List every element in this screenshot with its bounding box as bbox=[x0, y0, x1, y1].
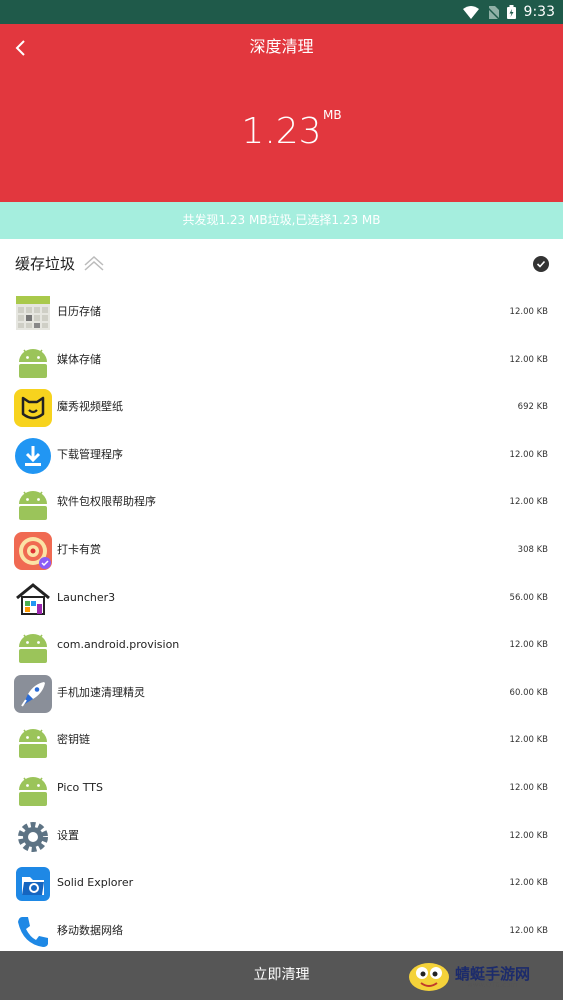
app-size: 12.00 KB bbox=[509, 640, 548, 651]
total-size: 1.23 MB bbox=[0, 106, 563, 158]
status-time: 9:33 bbox=[523, 4, 555, 20]
section-header: 缓存垃圾 bbox=[0, 239, 563, 289]
download-icon bbox=[14, 437, 52, 475]
app-size: 56.00 KB bbox=[509, 592, 548, 603]
summary-bar: 共发现1.23 MB垃圾,已选择1.23 MB bbox=[0, 202, 563, 239]
dragonfly-logo-icon bbox=[409, 963, 449, 991]
app-row[interactable]: 日历存储 12.00 KB bbox=[0, 289, 563, 337]
cat-face-icon bbox=[14, 389, 52, 428]
app-row[interactable]: 媒体存储 12.00 KB bbox=[0, 337, 563, 385]
app-name: 媒体存储 bbox=[57, 352, 101, 366]
status-icons: 9:33 bbox=[462, 3, 555, 21]
app-size: 12.00 KB bbox=[509, 449, 548, 460]
app-size: 60.00 KB bbox=[509, 687, 548, 698]
total-size-unit: MB bbox=[323, 108, 342, 122]
app-list: 日历存储 12.00 KB 媒体存储 12.00 KB 魔秀视频壁纸 692 KB 下载管理… bbox=[0, 289, 563, 955]
rocket-icon bbox=[14, 674, 52, 713]
app-name: 移动数据网络 bbox=[57, 923, 123, 937]
app-size: 12.00 KB bbox=[509, 925, 548, 936]
app-row[interactable]: 设置 12.00 KB bbox=[0, 813, 563, 861]
app-name: 日历存储 bbox=[57, 305, 101, 318]
target-icon bbox=[14, 531, 52, 570]
gear-icon bbox=[14, 818, 52, 856]
app-size: 12.00 KB bbox=[509, 782, 548, 793]
app-size: 12.00 KB bbox=[509, 307, 548, 317]
app-row[interactable]: 密钥链 12.00 KB bbox=[0, 717, 563, 765]
app-name: 软件包权限帮助程序 bbox=[57, 495, 156, 509]
watermark: 蜻蜓手游网 www.QT6.com bbox=[407, 959, 555, 993]
android-icon bbox=[14, 627, 52, 665]
app-row[interactable]: com.android.provision 12.00 KB bbox=[0, 622, 563, 670]
app-name: 下载管理程序 bbox=[57, 447, 123, 461]
app-name: Pico TTS bbox=[57, 780, 103, 794]
app-name: 设置 bbox=[57, 828, 79, 842]
check-circle-icon bbox=[533, 256, 549, 272]
app-row[interactable]: 手机加速清理精灵 60.00 KB bbox=[0, 670, 563, 718]
app-row[interactable]: 魔秀视频壁纸 692 KB bbox=[0, 384, 563, 432]
app-name: 魔秀视频壁纸 bbox=[57, 400, 123, 414]
app-size: 12.00 KB bbox=[509, 497, 548, 508]
app-row[interactable]: 软件包权限帮助程序 12.00 KB bbox=[0, 479, 563, 527]
page-title: 深度清理 bbox=[249, 37, 314, 56]
app-row[interactable]: Pico TTS 12.00 KB bbox=[0, 765, 563, 813]
no-sim-icon bbox=[486, 5, 499, 19]
watermark-url: www.QT6.com bbox=[467, 981, 518, 989]
select-all-checkbox[interactable] bbox=[533, 256, 549, 272]
status-bar: 9:33 bbox=[0, 0, 563, 24]
app-size: 12.00 KB bbox=[509, 354, 548, 365]
wifi-icon bbox=[462, 5, 479, 19]
app-name: Solid Explorer bbox=[57, 876, 134, 890]
total-size-value: 1.23 bbox=[241, 111, 322, 152]
folder-icon bbox=[14, 865, 52, 903]
app-row[interactable]: Solid Explorer 12.00 KB bbox=[0, 860, 563, 908]
android-icon bbox=[14, 342, 52, 380]
bottom-bar: 立即清理 蜻蜓手游网 www.QT6.com bbox=[0, 951, 563, 1000]
section-title: 缓存垃圾 bbox=[15, 255, 76, 273]
app-size: 12.00 KB bbox=[509, 830, 548, 841]
app-name: com.android.provision bbox=[57, 638, 180, 652]
app-row[interactable]: 打卡有赏 308 KB bbox=[0, 527, 563, 575]
double-chevron-up-icon bbox=[84, 255, 104, 271]
battery-icon bbox=[506, 5, 516, 19]
app-name: 手机加速清理精灵 bbox=[57, 685, 145, 699]
home-icon bbox=[14, 580, 52, 618]
phone-icon bbox=[14, 913, 52, 951]
calendar-icon bbox=[14, 294, 52, 332]
app-row[interactable]: Launcher3 56.00 KB bbox=[0, 575, 563, 623]
android-icon bbox=[14, 722, 52, 760]
app-size: 308 KB bbox=[517, 544, 548, 555]
android-icon bbox=[14, 770, 52, 808]
app-name: Launcher3 bbox=[57, 590, 116, 604]
app-row[interactable]: 下载管理程序 12.00 KB bbox=[0, 432, 563, 480]
app-size: 12.00 KB bbox=[509, 878, 548, 889]
app-size: 692 KB bbox=[517, 402, 548, 413]
app-name: 打卡有赏 bbox=[57, 542, 101, 556]
header: 深度清理 1.23 MB bbox=[0, 24, 563, 202]
android-icon bbox=[14, 484, 52, 522]
app-row[interactable]: 移动数据网络 12.00 KB bbox=[0, 908, 563, 956]
app-size: 12.00 KB bbox=[509, 735, 548, 746]
app-name: 密钥链 bbox=[57, 733, 90, 747]
collapse-button[interactable] bbox=[83, 253, 105, 275]
